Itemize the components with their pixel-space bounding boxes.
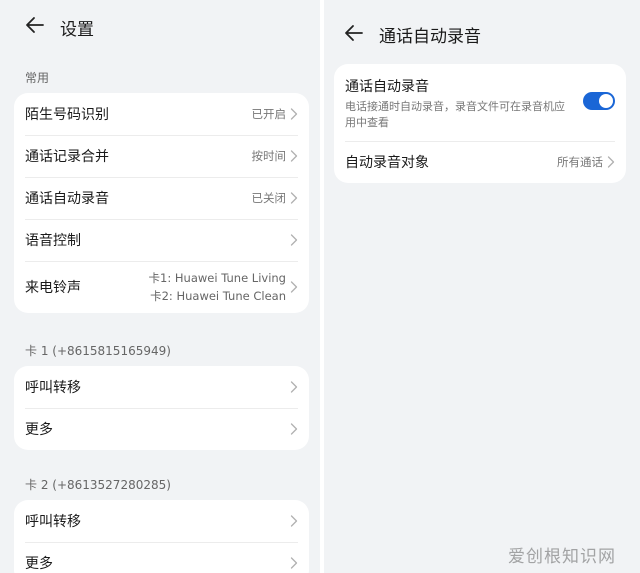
row-value: 已关闭 (251, 191, 287, 205)
toggle-description: 电话接通时自动录音，录音文件可在录音机应用中查看 (345, 100, 565, 129)
row-label: 来电铃声 (25, 280, 81, 296)
row-label: 自动录音对象 (345, 155, 429, 171)
toggle-text: 通话自动录音 电话接通时自动录音，录音文件可在录音机应用中查看 (345, 76, 583, 131)
sim1-call-forwarding-row[interactable]: 呼叫转移 (14, 366, 309, 408)
auto-recording-card: 通话自动录音 电话接通时自动录音，录音文件可在录音机应用中查看 自动录音对象 所… (334, 64, 626, 183)
ringtone-row[interactable]: 来电铃声 卡1: Huawei Tune Living 卡2: Huawei T… (14, 261, 309, 313)
row-value: 已开启 (251, 107, 287, 121)
chevron-right-icon (290, 108, 298, 120)
chevron-right-icon (290, 150, 298, 162)
watermark: 爱创根知识网 (508, 547, 616, 567)
ringtone-values: 卡1: Huawei Tune Living 卡2: Huawei Tune C… (149, 269, 286, 305)
chevron-right-icon (290, 281, 298, 293)
sim1-more-row[interactable]: 更多 (14, 408, 309, 450)
auto-recording-toggle-row[interactable]: 通话自动录音 电话接通时自动录音，录音文件可在录音机应用中查看 (334, 64, 626, 141)
toggle-title: 通话自动录音 (345, 79, 429, 95)
chevron-right-icon (607, 156, 615, 168)
chevron-right-icon (290, 192, 298, 204)
switch-knob (599, 94, 613, 108)
row-label: 更多 (25, 422, 53, 438)
sim1-ringtone: 卡1: Huawei Tune Living (148, 271, 286, 285)
row-label: 通话自动录音 (25, 191, 109, 207)
call-log-merge-row[interactable]: 通话记录合并 按时间 (14, 135, 309, 177)
row-label: 更多 (25, 556, 53, 572)
auto-recording-panel: 通话自动录音 通话自动录音 电话接通时自动录音，录音文件可在录音机应用中查看 自… (324, 0, 640, 573)
page-title: 设置 (60, 20, 94, 40)
back-arrow-icon[interactable] (342, 21, 366, 45)
row-value: 所有通话 (557, 155, 603, 169)
stranger-number-identification-row[interactable]: 陌生号码识别 已开启 (14, 93, 309, 135)
chevron-right-icon (290, 423, 298, 435)
settings-panel: 设置 常用 陌生号码识别 已开启 通话记录合并 按时间 通话自动录音 已关闭 语… (0, 0, 320, 573)
row-label: 语音控制 (25, 233, 81, 249)
auto-call-recording-row[interactable]: 通话自动录音 已关闭 (14, 177, 309, 219)
sim2-more-row[interactable]: 更多 (14, 542, 309, 573)
row-label: 呼叫转移 (25, 380, 81, 396)
sim2-ringtone: 卡2: Huawei Tune Clean (150, 289, 286, 303)
row-label: 通话记录合并 (25, 149, 109, 165)
back-arrow-icon[interactable] (23, 13, 47, 37)
chevron-right-icon (290, 234, 298, 246)
chevron-right-icon (290, 515, 298, 527)
section-label-common: 常用 (25, 71, 50, 85)
recording-target-row[interactable]: 自动录音对象 所有通话 (334, 141, 626, 183)
row-label: 陌生号码识别 (25, 107, 109, 123)
common-settings-card: 陌生号码识别 已开启 通话记录合并 按时间 通话自动录音 已关闭 语音控制 来电… (14, 93, 309, 313)
row-value: 按时间 (251, 149, 287, 163)
auto-recording-switch[interactable] (583, 92, 615, 110)
voice-control-row[interactable]: 语音控制 (14, 219, 309, 261)
page-title: 通话自动录音 (379, 27, 481, 47)
sim1-settings-card: 呼叫转移 更多 (14, 366, 309, 450)
auto-recording-header: 通话自动录音 (324, 0, 640, 52)
chevron-right-icon (290, 557, 298, 569)
chevron-right-icon (290, 381, 298, 393)
section-label-sim1: 卡 1 (+8615815165949) (25, 344, 171, 358)
sim2-call-forwarding-row[interactable]: 呼叫转移 (14, 500, 309, 542)
section-label-sim2: 卡 2 (+8613527280285) (25, 478, 171, 492)
settings-header: 设置 (0, 0, 320, 52)
sim2-settings-card: 呼叫转移 更多 (14, 500, 309, 573)
row-label: 呼叫转移 (25, 514, 81, 530)
